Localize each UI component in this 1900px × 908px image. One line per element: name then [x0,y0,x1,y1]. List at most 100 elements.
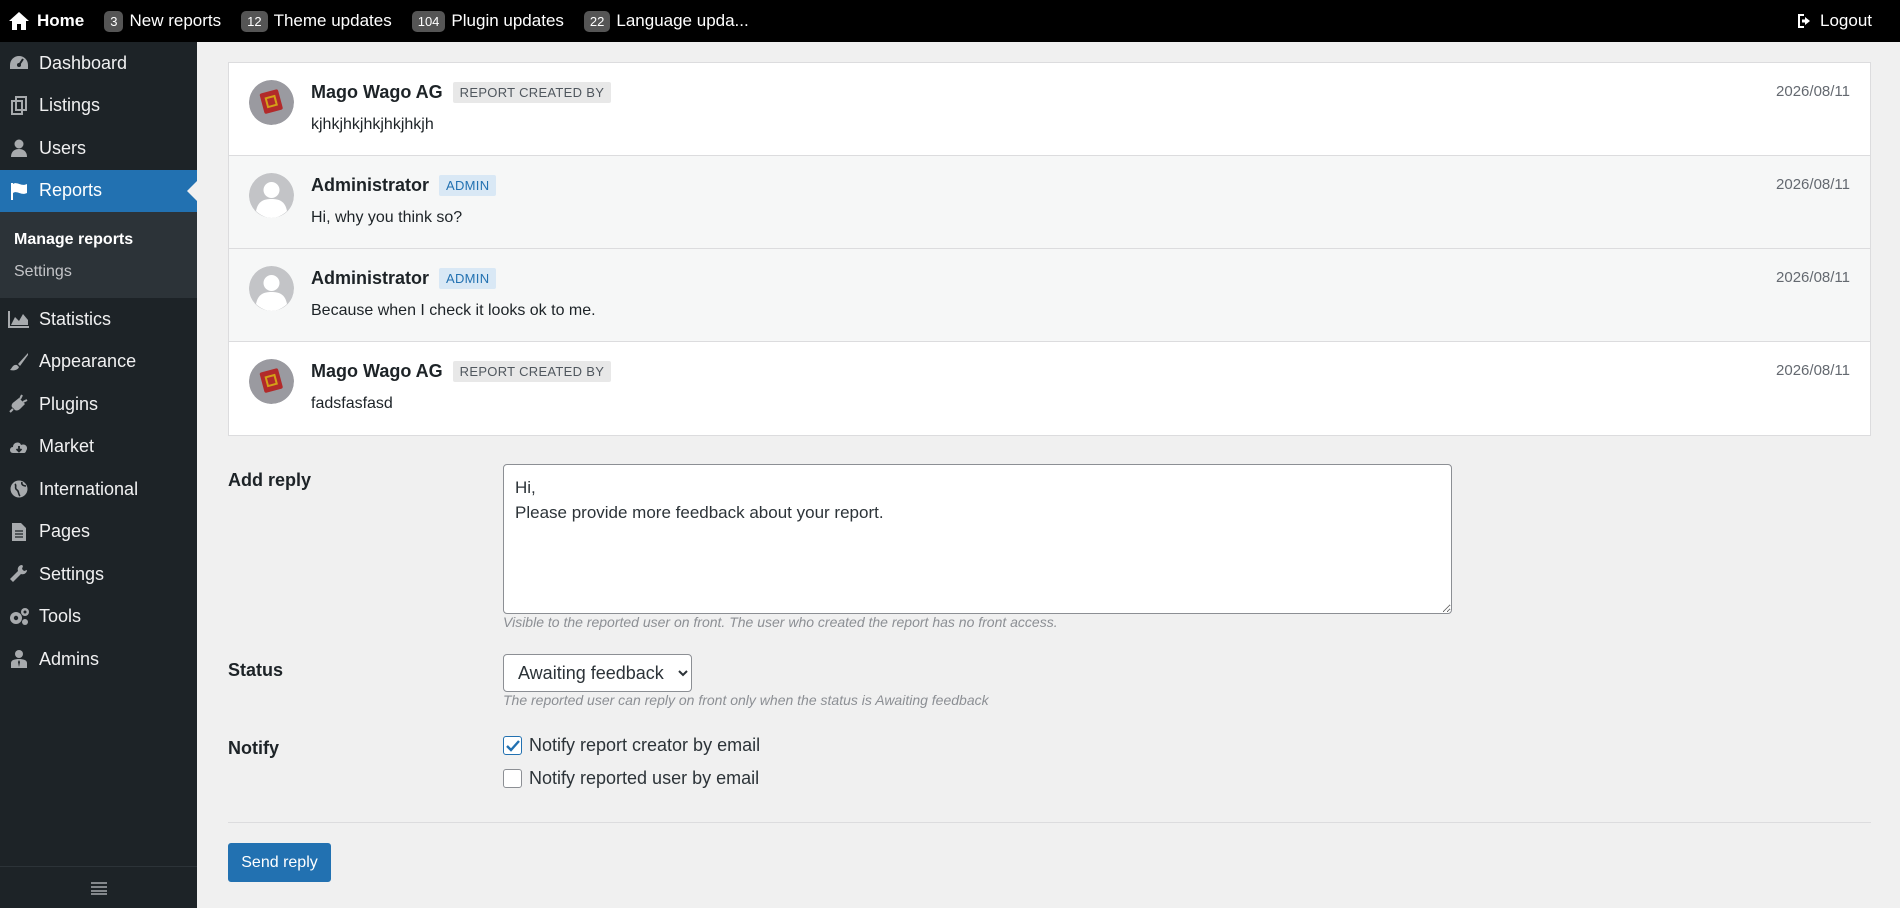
sidebar-collapse-button[interactable] [0,866,197,908]
logout-label: Logout [1820,11,1872,30]
sidebar-item-label: Pages [39,521,91,542]
theme-updates-badge: 12 [241,10,268,32]
reports-submenu: Manage reports Settings [0,212,197,298]
sidebar-item-international[interactable]: International [0,468,197,511]
reply-textarea[interactable]: Hi, Please provide more feedback about y… [503,464,1452,614]
topbar-plugin-updates[interactable]: 104 Plugin updates [402,0,574,42]
sidebar-item-label: Market [39,436,95,457]
send-reply-button[interactable]: Send reply [228,843,331,882]
default-avatar-icon [249,266,294,311]
sidebar-item-tools[interactable]: Tools [0,596,197,639]
plugin-updates-label: Plugin updates [451,11,564,30]
status-hint: The reported user can reply on front onl… [503,692,989,708]
message-date: 2026/08/11 [1776,176,1850,193]
sidebar-item-users[interactable]: Users [0,127,197,170]
sidebar-item-reports[interactable]: Reports [0,169,197,212]
plugin-updates-badge: 104 [411,10,446,32]
logout-icon [1798,14,1810,28]
form-divider [228,822,1871,823]
sidebar-item-label: Admins [39,648,100,669]
plug-icon [8,393,30,415]
sidebar-item-pages[interactable]: Pages [0,511,197,554]
chart-icon [8,308,30,330]
home-icon [9,12,29,30]
admin-user-icon [8,648,30,670]
sidebar-item-label: Dashboard [39,52,128,73]
sidebar-item-label: Listings [39,95,101,116]
sidebar-item-admins[interactable]: Admins [0,638,197,681]
message-date: 2026/08/11 [1776,362,1850,379]
notify-creator-text: Notify report creator by email [529,735,761,755]
user-avatar [249,359,294,404]
add-reply-label: Add reply [228,470,312,490]
sidebar-item-settings[interactable]: Settings [0,553,197,596]
role-badge: ADMIN [439,268,497,289]
role-badge: REPORT CREATED BY [452,361,612,382]
menu-collapse-icon [90,881,107,895]
status-select[interactable]: Awaiting feedback [503,654,692,692]
sidebar-item-listings[interactable]: Listings [0,85,197,128]
message-text: Hi, why you think so? [311,209,463,226]
message-item: Administrator ADMIN 2026/08/11 Because w… [229,249,1870,342]
message-author: Mago Wago AG [311,361,443,381]
message-header: Administrator ADMIN [311,268,497,289]
sidebar-item-dashboard[interactable]: Dashboard [0,42,197,85]
notify-creator-checkbox[interactable] [503,736,522,755]
message-author: Administrator [311,268,430,288]
sidebar-item-label: Users [39,137,87,158]
wrench-icon [8,563,30,585]
notify-reported-option[interactable]: Notify reported user by email [503,768,759,789]
user-avatar [249,80,294,125]
notify-creator-option[interactable]: Notify report creator by email [503,735,760,756]
role-badge: REPORT CREATED BY [452,82,612,103]
message-item: Mago Wago AG REPORT CREATED BY 2026/08/1… [229,63,1870,156]
admin-topbar: Home 3 New reports 12 Theme updates 104 … [0,0,1900,42]
notify-reported-checkbox[interactable] [503,769,522,788]
sidebar-item-appearance[interactable]: Appearance [0,341,197,384]
message-author: Mago Wago AG [311,82,443,102]
default-avatar-icon [249,173,294,218]
submenu-settings[interactable]: Settings [0,256,197,288]
sidebar-item-plugins[interactable]: Plugins [0,383,197,426]
message-author: Administrator [311,175,430,195]
main-content: Mago Wago AG REPORT CREATED BY 2026/08/1… [197,42,1900,908]
topbar-home-link[interactable]: Home [0,0,94,42]
sidebar-item-label: Tools [39,606,82,627]
flag-icon [8,180,30,202]
message-header: Mago Wago AG REPORT CREATED BY [311,361,612,382]
checkmark-icon [505,739,520,752]
notify-label: Notify [228,738,279,758]
message-text: Because when I check it looks ok to me. [311,302,596,319]
topbar-theme-updates[interactable]: 12 Theme updates [231,0,402,42]
listings-icon [8,95,30,117]
theme-updates-label: Theme updates [273,11,392,30]
sidebar-item-label: Appearance [39,351,137,372]
message-date: 2026/08/11 [1776,269,1850,286]
message-text: fadsfasfasd [311,395,393,412]
gears-icon [8,606,30,628]
sidebar-item-statistics[interactable]: Statistics [0,298,197,341]
report-message-thread: Mago Wago AG REPORT CREATED BY 2026/08/1… [228,62,1871,436]
sidebar-item-label: International [39,478,139,499]
sidebar-item-label: Reports [39,180,103,201]
brush-icon [8,351,30,373]
logout-link[interactable]: Logout [1786,0,1882,42]
user-icon [8,137,30,159]
message-date: 2026/08/11 [1776,83,1850,100]
message-item: Administrator ADMIN 2026/08/11 Hi, why y… [229,156,1870,249]
page-icon [8,521,30,543]
admin-sidebar: Dashboard Listings Users Reports Manage … [0,42,197,908]
message-header: Mago Wago AG REPORT CREATED BY [311,82,612,103]
dashboard-icon [8,52,30,74]
topbar-home-label: Home [37,11,85,30]
notify-reported-text: Notify reported user by email [529,768,760,788]
sidebar-item-market[interactable]: Market [0,426,197,469]
role-badge: ADMIN [439,175,497,196]
message-item: Mago Wago AG REPORT CREATED BY 2026/08/1… [229,342,1870,435]
sidebar-item-label: Settings [39,563,105,584]
topbar-new-reports[interactable]: 3 New reports [94,0,231,42]
topbar-language-updates[interactable]: 22 Language upda... [574,0,759,42]
submenu-manage-reports[interactable]: Manage reports [0,224,197,256]
new-reports-label: New reports [129,11,222,30]
new-reports-badge: 3 [104,10,124,32]
